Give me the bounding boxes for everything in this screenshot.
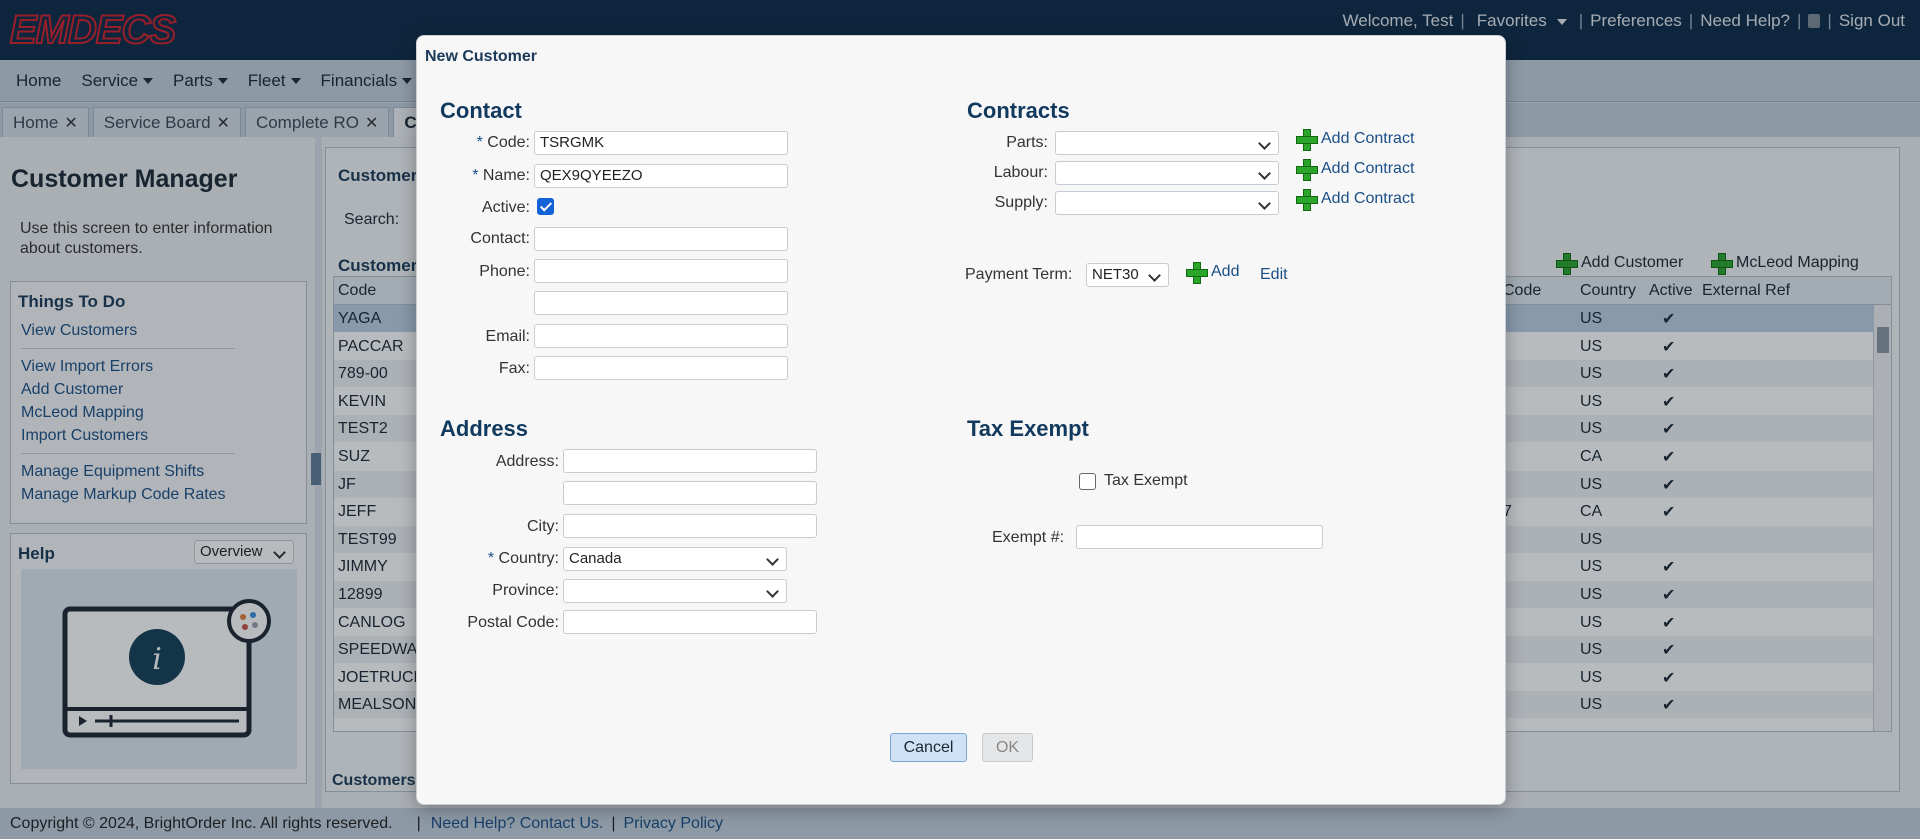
- address-heading: Address: [440, 416, 529, 441]
- fax-input[interactable]: [534, 356, 788, 380]
- add-parts-contract-link[interactable]: Add Contract: [1296, 129, 1414, 151]
- payment-term-label: Payment Term:: [965, 266, 1073, 283]
- phone-input[interactable]: [534, 259, 788, 283]
- city-label: City:: [527, 518, 559, 535]
- edit-payment-term-link[interactable]: Edit: [1260, 266, 1288, 284]
- fax-label: Fax:: [498, 360, 530, 377]
- postal-code-input[interactable]: [563, 610, 817, 634]
- address-input-2[interactable]: [563, 481, 817, 505]
- add-icon: [1296, 189, 1318, 211]
- province-select[interactable]: [563, 579, 787, 603]
- exempt-number-input[interactable]: [1076, 525, 1323, 549]
- add-labour-contract-link[interactable]: Add Contract: [1296, 159, 1414, 181]
- contact-heading: Contact: [440, 98, 522, 123]
- phone-label: Phone:: [479, 263, 530, 280]
- dialog-title: New Customer: [425, 48, 538, 65]
- contact-label: Contact:: [470, 230, 530, 247]
- name-label: * Name:: [472, 167, 530, 184]
- tax-exempt-checkbox[interactable]: [1079, 473, 1096, 490]
- ok-button[interactable]: OK: [982, 733, 1033, 762]
- add-supply-contract-link[interactable]: Add Contract: [1296, 189, 1414, 211]
- email-label: Email:: [485, 328, 530, 345]
- phone-input-2[interactable]: [534, 291, 788, 315]
- code-input[interactable]: TSRGMK: [534, 131, 788, 155]
- contracts-heading: Contracts: [967, 98, 1070, 123]
- parts-contract-select[interactable]: [1055, 131, 1279, 155]
- add-icon: [1186, 262, 1208, 284]
- supply-label: Supply:: [994, 194, 1048, 211]
- supply-contract-select[interactable]: [1055, 191, 1279, 215]
- labour-contract-select[interactable]: [1055, 161, 1279, 185]
- code-label: * Code:: [476, 134, 530, 151]
- tax-exempt-checkbox-label[interactable]: Tax Exempt: [1104, 472, 1188, 490]
- province-label: Province:: [492, 582, 559, 599]
- country-select[interactable]: Canada: [563, 547, 787, 571]
- tax-exempt-heading: Tax Exempt: [967, 416, 1089, 441]
- city-input[interactable]: [563, 514, 817, 538]
- country-label: * Country:: [487, 550, 559, 567]
- cancel-button[interactable]: Cancel: [890, 733, 967, 762]
- parts-label: Parts:: [1006, 134, 1048, 151]
- payment-term-select[interactable]: NET30: [1086, 263, 1169, 287]
- email-input[interactable]: [534, 324, 788, 348]
- name-input[interactable]: QEX9QYEEZO: [534, 164, 788, 188]
- add-icon: [1296, 129, 1318, 151]
- active-label: Active:: [481, 199, 530, 216]
- contact-input[interactable]: [534, 227, 788, 251]
- address-input[interactable]: [563, 449, 817, 473]
- add-icon: [1296, 159, 1318, 181]
- exempt-number-label: Exempt #:: [992, 529, 1065, 546]
- add-payment-term-link[interactable]: Add: [1186, 262, 1239, 284]
- address-label: Address:: [495, 453, 559, 470]
- labour-label: Labour:: [993, 164, 1048, 181]
- postal-code-label: Postal Code:: [467, 614, 559, 631]
- active-checkbox[interactable]: [537, 198, 554, 215]
- new-customer-dialog: New Customer Contact * Code: TSRGMK * Na…: [416, 35, 1506, 805]
